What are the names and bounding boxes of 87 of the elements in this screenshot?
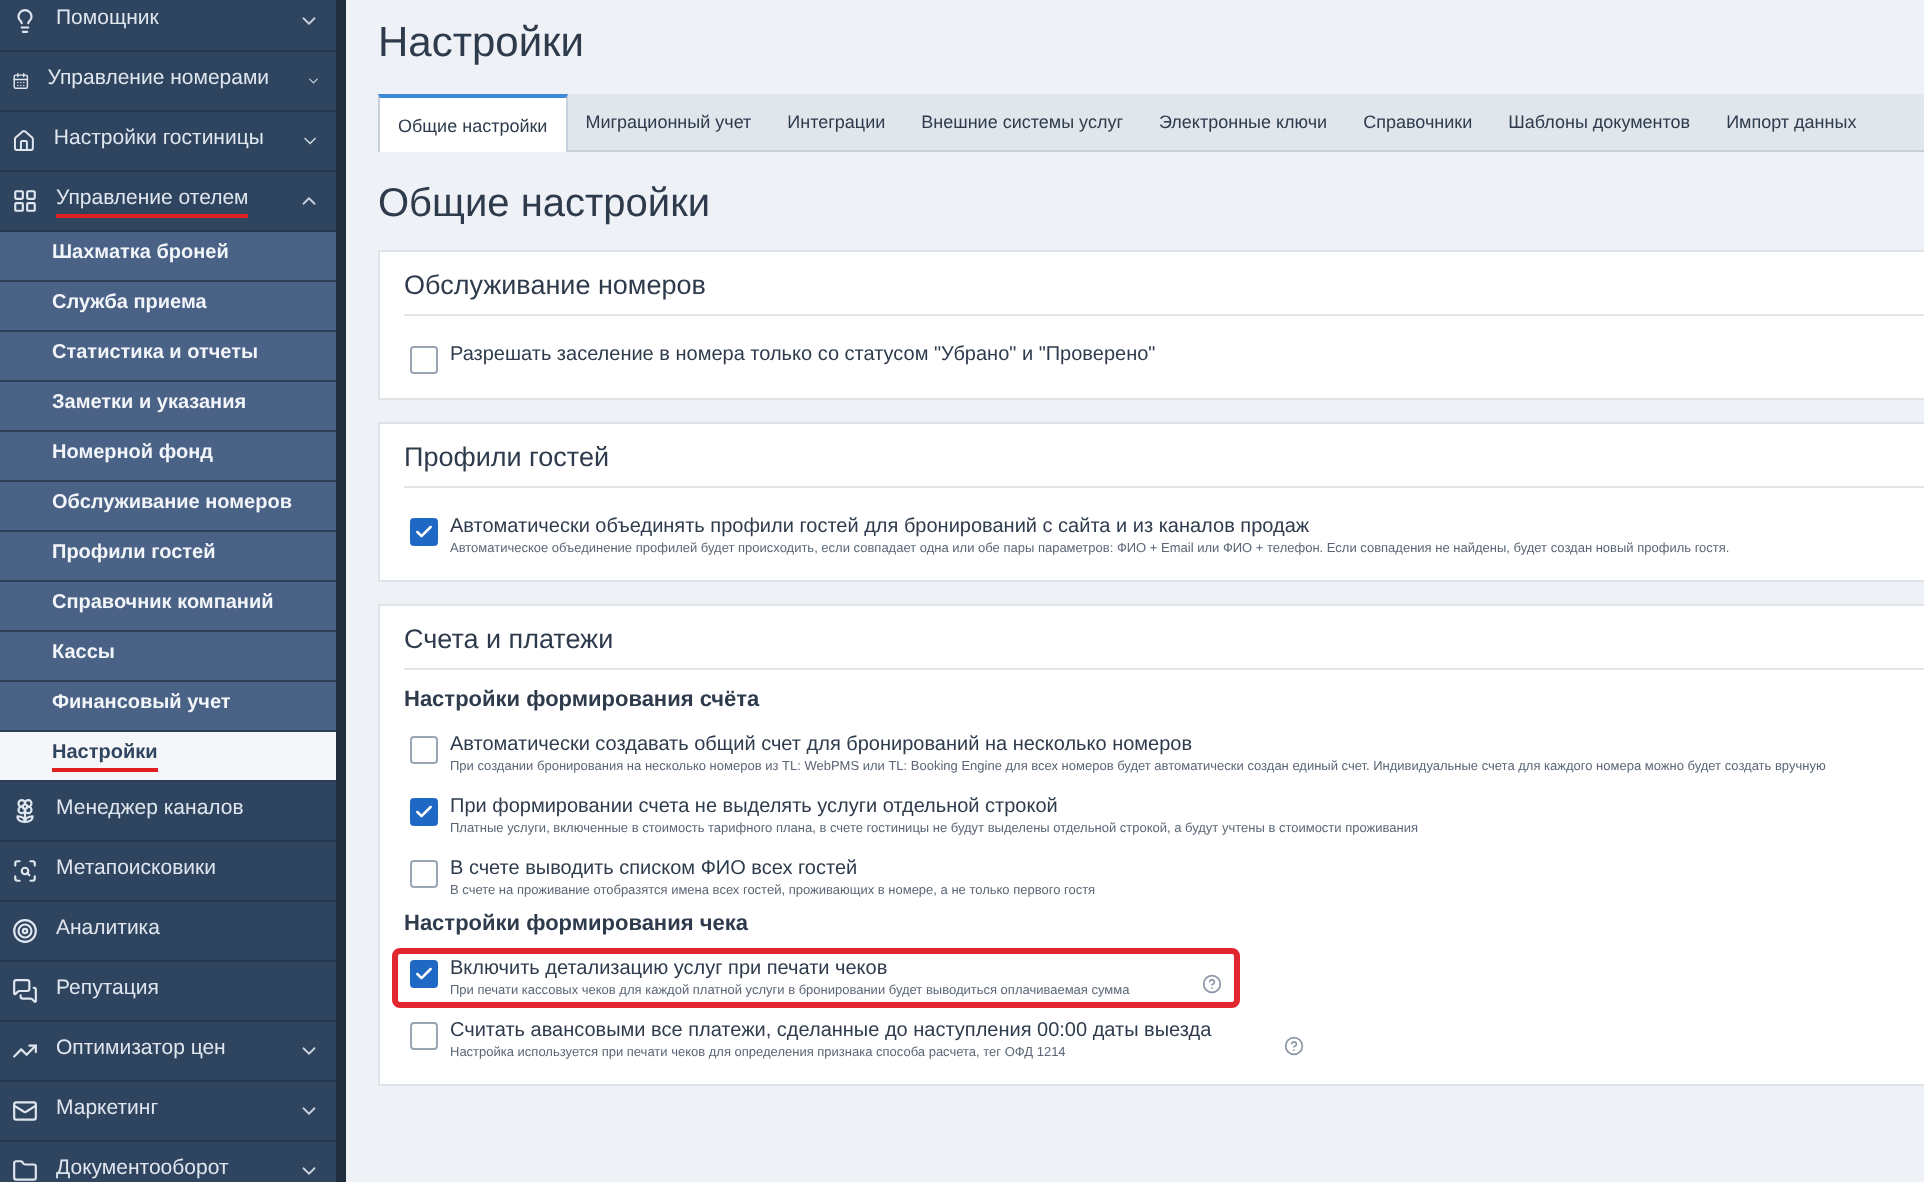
menu-label: Помощник	[56, 5, 159, 33]
tab[interactable]: Электронные ключи	[1141, 94, 1346, 150]
sidebar-item[interactable]: Аналитика	[0, 902, 336, 962]
option-label: Автоматически создавать общий счет для бронирований на несколько номеров	[450, 734, 1193, 756]
mail-icon	[12, 1098, 38, 1124]
submenu-item[interactable]: Статистика и отчеты	[0, 332, 336, 382]
option-label: При формировании счета не выделять услуги отдельной строкой	[450, 796, 1058, 818]
menu-label: Метапоисковики	[56, 855, 216, 883]
menu-label: Аналитика	[56, 915, 160, 943]
card-title: Обслуживание номеров	[404, 252, 1924, 316]
menu-label: Репутация	[56, 975, 159, 1003]
tab[interactable]: Интеграции	[769, 94, 904, 150]
submenu-item[interactable]: Номерной фонд	[0, 432, 336, 482]
sidebar-item[interactable]: Менеджер каналов	[0, 782, 336, 842]
checkbox[interactable]	[410, 518, 438, 546]
option-label: Автоматически объединять профили гостей для бронирований с сайта и из каналов продаж	[450, 516, 1310, 538]
sidebar-item[interactable]: Помощник	[0, 0, 336, 52]
menu-label: Оптимизатор цен	[56, 1035, 226, 1063]
menu-label: Настройки гостиницы	[53, 125, 264, 153]
grid-icon	[12, 188, 38, 214]
submenu-label: Финансовый учет	[52, 691, 231, 717]
menu-label: Менеджер каналов	[56, 795, 244, 823]
tab[interactable]: Шаблоны документов	[1490, 94, 1709, 150]
submenu-item[interactable]: Настройки	[0, 732, 336, 782]
submenu-item[interactable]: Шахматка броней	[0, 232, 336, 282]
check-icon	[414, 522, 434, 542]
section-title: Общие настройки	[378, 182, 712, 228]
check-icon	[414, 802, 434, 822]
sidebar-item[interactable]: Оптимизатор цен	[0, 1022, 336, 1082]
flower-icon	[12, 798, 38, 824]
sidebar-item[interactable]: Управление номерами	[0, 52, 336, 112]
target-icon	[12, 918, 38, 944]
option-label: Включить детализацию услуг при печати чеков	[450, 958, 888, 980]
sidebar-item[interactable]: Настройки гостиницы	[0, 112, 336, 172]
tab[interactable]: Внешние системы услуг	[903, 94, 1141, 150]
help-icon[interactable]	[1283, 1036, 1304, 1056]
submenu-label: Справочник компаний	[52, 591, 274, 617]
tab[interactable]: Миграционный учет	[567, 94, 770, 150]
card-title: Счета и платежи	[404, 606, 1924, 670]
submenu-item[interactable]: Заметки и указания	[0, 382, 336, 432]
submenu-label: Кассы	[52, 641, 115, 667]
help-icon[interactable]	[1201, 974, 1222, 994]
tab[interactable]: Импорт данных	[1708, 94, 1875, 150]
checkbox[interactable]	[410, 960, 438, 988]
checkbox[interactable]	[410, 346, 438, 374]
submenu-item[interactable]: Справочник компаний	[0, 582, 336, 632]
submenu-item[interactable]: Служба приема	[0, 282, 336, 332]
sidebar-item[interactable]: Документооборот	[0, 1142, 336, 1182]
sidebar-item[interactable]: Маркетинг	[0, 1082, 336, 1142]
page-title: Настройки	[378, 20, 586, 68]
submenu-label: Номерной фонд	[52, 441, 213, 467]
checkbox[interactable]	[410, 1022, 438, 1050]
option-label: Считать авансовыми все платежи, сделанные до наступления 00:00 даты выезда	[450, 1020, 1212, 1042]
lightbulb-icon	[12, 8, 38, 34]
menu-label: Управление номерами	[47, 65, 270, 93]
menu-label: Маркетинг	[56, 1095, 159, 1123]
group-title: Настройки формирования счёта	[404, 688, 762, 712]
chat-icon	[12, 978, 38, 1004]
check-icon	[414, 964, 434, 984]
submenu-item[interactable]: Профили гостей	[0, 532, 336, 582]
submenu-item[interactable]: Финансовый учет	[0, 682, 336, 732]
submenu-label: Статистика и отчеты	[52, 341, 259, 367]
submenu-label: Профили гостей	[52, 541, 216, 567]
checkbox[interactable]	[410, 798, 438, 826]
tab[interactable]: Справочники	[1345, 94, 1491, 150]
submenu-label: Настройки	[52, 741, 158, 771]
group-title: Настройки формирования чека	[404, 912, 750, 936]
calendar-icon	[12, 68, 30, 94]
menu-label: Документооборот	[56, 1155, 229, 1182]
option-label: В счете выводить списком ФИО всех гостей	[450, 858, 858, 880]
house-icon	[12, 128, 36, 154]
option-label: Разрешать заселение в номера только со статусом "Убрано" и "Проверено"	[450, 344, 1156, 366]
sidebar-item[interactable]: Метапоисковики	[0, 842, 336, 902]
submenu-label: Служба приема	[52, 291, 207, 317]
submenu-label: Заметки и указания	[52, 391, 247, 417]
search-icon	[12, 858, 38, 884]
submenu-item[interactable]: Кассы	[0, 632, 336, 682]
submenu-item[interactable]: Обслуживание номеров	[0, 482, 336, 532]
menu-label: Управление отелем	[56, 185, 249, 217]
checkbox[interactable]	[410, 860, 438, 888]
tab[interactable]: Общие настройки	[378, 94, 568, 152]
submenu-label: Обслуживание номеров	[52, 491, 292, 517]
submenu-label: Шахматка броней	[52, 241, 229, 267]
checkbox[interactable]	[410, 736, 438, 764]
card-title: Профили гостей	[404, 424, 1924, 488]
folder-icon	[12, 1158, 38, 1182]
sidebar-item[interactable]: Репутация	[0, 962, 336, 1022]
